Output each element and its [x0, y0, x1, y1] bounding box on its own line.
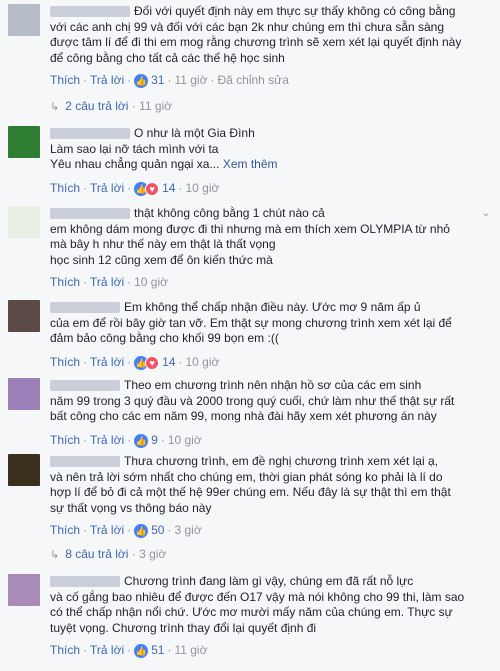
comment-body: Thưa chương trình, em đề nghị chương trì… [50, 454, 451, 515]
view-replies-link[interactable]: ↳ 2 câu trả lời · 11 giờ [50, 98, 172, 114]
comment-actions: Thích · Trả lời · 👍 ♥ 14 · 10 giờ [50, 355, 220, 370]
reply-arrow-icon: ↳ [50, 549, 60, 561]
reaction-count[interactable]: 14 [162, 355, 175, 369]
see-more-link[interactable]: Xem thêm [223, 157, 278, 171]
reply-button[interactable]: Trả lời [90, 275, 124, 289]
comment-body: Đối với quyết định này em thực sự thấy k… [50, 4, 462, 65]
commenter-name[interactable] [50, 6, 130, 18]
like-button[interactable]: Thích [50, 275, 80, 289]
avatar[interactable] [8, 206, 40, 238]
comment-body: thật không công bằng 1 chút nào cả em kh… [50, 206, 450, 267]
timestamp[interactable]: 3 giờ [174, 523, 201, 537]
like-reaction-icon: 👍 [134, 643, 149, 658]
like-button[interactable]: Thích [50, 433, 80, 447]
like-button[interactable]: Thích [50, 523, 80, 537]
timestamp[interactable]: 11 giờ [174, 73, 207, 87]
comment-actions: Thích · Trả lời · 👍 9 · 10 giờ [50, 433, 202, 448]
like-button[interactable]: Thích [50, 355, 80, 369]
avatar[interactable] [8, 4, 40, 36]
commenter-name[interactable] [50, 302, 120, 314]
avatar[interactable] [8, 300, 40, 332]
avatar[interactable] [8, 574, 40, 606]
reaction-count[interactable]: 51 [151, 643, 164, 657]
reply-button[interactable]: Trả lời [90, 73, 124, 87]
comment-actions: Thích · Trả lời · 👍 ♥ 14 · 10 giờ [50, 181, 220, 196]
timestamp[interactable]: 11 giờ [174, 643, 207, 657]
love-reaction-icon: ♥ [145, 181, 160, 196]
like-button[interactable]: Thích [50, 73, 80, 87]
commenter-name[interactable] [50, 576, 120, 588]
timestamp[interactable]: 10 giờ [185, 355, 219, 369]
reaction-count[interactable]: 9 [151, 433, 158, 447]
like-button[interactable]: Thích [50, 643, 80, 657]
commenter-name[interactable] [50, 128, 130, 140]
like-reaction-icon: 👍 [134, 73, 149, 88]
reaction-count[interactable]: 31 [151, 73, 164, 87]
avatar[interactable] [8, 126, 40, 158]
view-replies-link[interactable]: ↳ 8 câu trả lời · 3 giờ [50, 546, 166, 562]
avatar[interactable] [8, 378, 40, 410]
timestamp[interactable]: 10 giờ [134, 275, 168, 289]
reply-button[interactable]: Trả lời [90, 355, 124, 369]
reply-button[interactable]: Trả lời [90, 433, 124, 447]
love-reaction-icon: ♥ [145, 355, 160, 370]
comment-actions: Thích · Trả lời · 👍 31 · 11 giờ · Đã chỉnh sửa [50, 73, 289, 88]
commenter-name[interactable] [50, 456, 120, 468]
like-reaction-icon: 👍 [134, 433, 149, 448]
reply-button[interactable]: Trả lời [90, 523, 124, 537]
comment-actions: Thích · Trả lời · 👍 50 · 3 giờ [50, 523, 202, 538]
commenter-name[interactable] [50, 380, 120, 392]
comment-body: Theo em chương trình nên nhận hồ sơ của … [50, 378, 455, 423]
reply-arrow-icon: ↳ [50, 101, 60, 113]
reaction-count[interactable]: 50 [151, 523, 164, 537]
comment-body: Em không thể chấp nhận điều này. Ước mơ … [50, 300, 452, 345]
reply-button[interactable]: Trả lời [90, 181, 124, 195]
reaction-count[interactable]: 14 [162, 181, 175, 195]
commenter-name[interactable] [50, 208, 130, 220]
comment-actions: Thích · Trả lời · 👍 51 · 11 giờ [50, 643, 208, 658]
like-button[interactable]: Thích [50, 181, 80, 195]
like-reaction-icon: 👍 [134, 523, 149, 538]
avatar[interactable] [8, 454, 40, 486]
comment-body: Chương trình đang làm gì vậy, chúng em đ… [50, 574, 465, 635]
comment-body: O như là một Gia Đình Làm sao lại nỡ tác… [50, 126, 278, 171]
comment-actions: Thích · Trả lời · 10 giờ [50, 275, 168, 289]
timestamp[interactable]: 10 giờ [168, 433, 202, 447]
edited-label[interactable]: Đã chỉnh sửa [217, 73, 288, 87]
timestamp[interactable]: 10 giờ [185, 181, 219, 195]
comment-thread: Đối với quyết định này em thực sự thấy k… [0, 0, 500, 671]
chevron-down-icon[interactable]: ⌄ [480, 208, 492, 220]
reply-button[interactable]: Trả lời [90, 643, 124, 657]
